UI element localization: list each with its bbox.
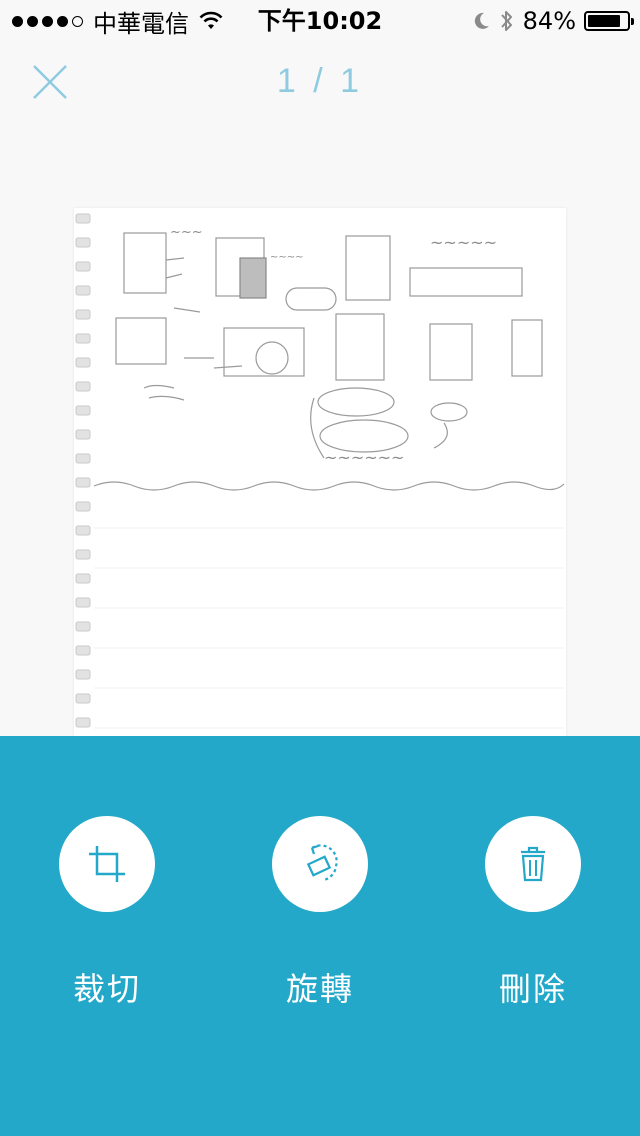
rotate-icon bbox=[306, 844, 338, 882]
crop-action[interactable]: 裁切 bbox=[27, 816, 187, 1010]
svg-text:~~~~~~: ~~~~~~ bbox=[324, 448, 404, 467]
battery-percentage: 84% bbox=[522, 7, 576, 35]
scanned-document-image: ~~~ ~~~~ ~~~~~ ~~~~~~ bbox=[74, 208, 566, 736]
rotate-label: 旋轉 bbox=[285, 970, 354, 1008]
crop-label: 裁切 bbox=[72, 970, 141, 1008]
status-bar: 中華電信 下午10:02 84% bbox=[0, 0, 640, 40]
svg-text:~~~: ~~~ bbox=[170, 225, 203, 240]
svg-text:~~~~~: ~~~~~ bbox=[430, 233, 497, 252]
page-indicator: 1 / 1 bbox=[276, 62, 364, 100]
delete-action[interactable]: 刪除 bbox=[453, 816, 613, 1010]
trash-icon bbox=[521, 846, 545, 882]
bluetooth-icon bbox=[500, 11, 512, 31]
do-not-disturb-moon-icon bbox=[474, 12, 489, 29]
svg-text:~~~~: ~~~~ bbox=[270, 252, 304, 263]
photo-edit-screen: 中華電信 下午10:02 84% 1 / 1 ~~~ ~~~~ ~~~~~ ~~… bbox=[0, 0, 640, 1136]
edit-actions-panel: 裁切 旋轉 刪除 bbox=[0, 736, 640, 1136]
status-right: 84% bbox=[471, 6, 634, 36]
sketch-notebook-page: ~~~ ~~~~ ~~~~~ ~~~~~~ bbox=[75, 213, 565, 729]
battery-fill bbox=[588, 15, 620, 27]
battery-icon bbox=[584, 11, 634, 31]
delete-button[interactable] bbox=[485, 816, 581, 912]
rotate-button[interactable] bbox=[272, 816, 368, 912]
rotate-action[interactable]: 旋轉 bbox=[240, 816, 400, 1010]
crop-icon bbox=[89, 846, 125, 882]
crop-button[interactable] bbox=[59, 816, 155, 912]
delete-label: 刪除 bbox=[498, 970, 567, 1008]
